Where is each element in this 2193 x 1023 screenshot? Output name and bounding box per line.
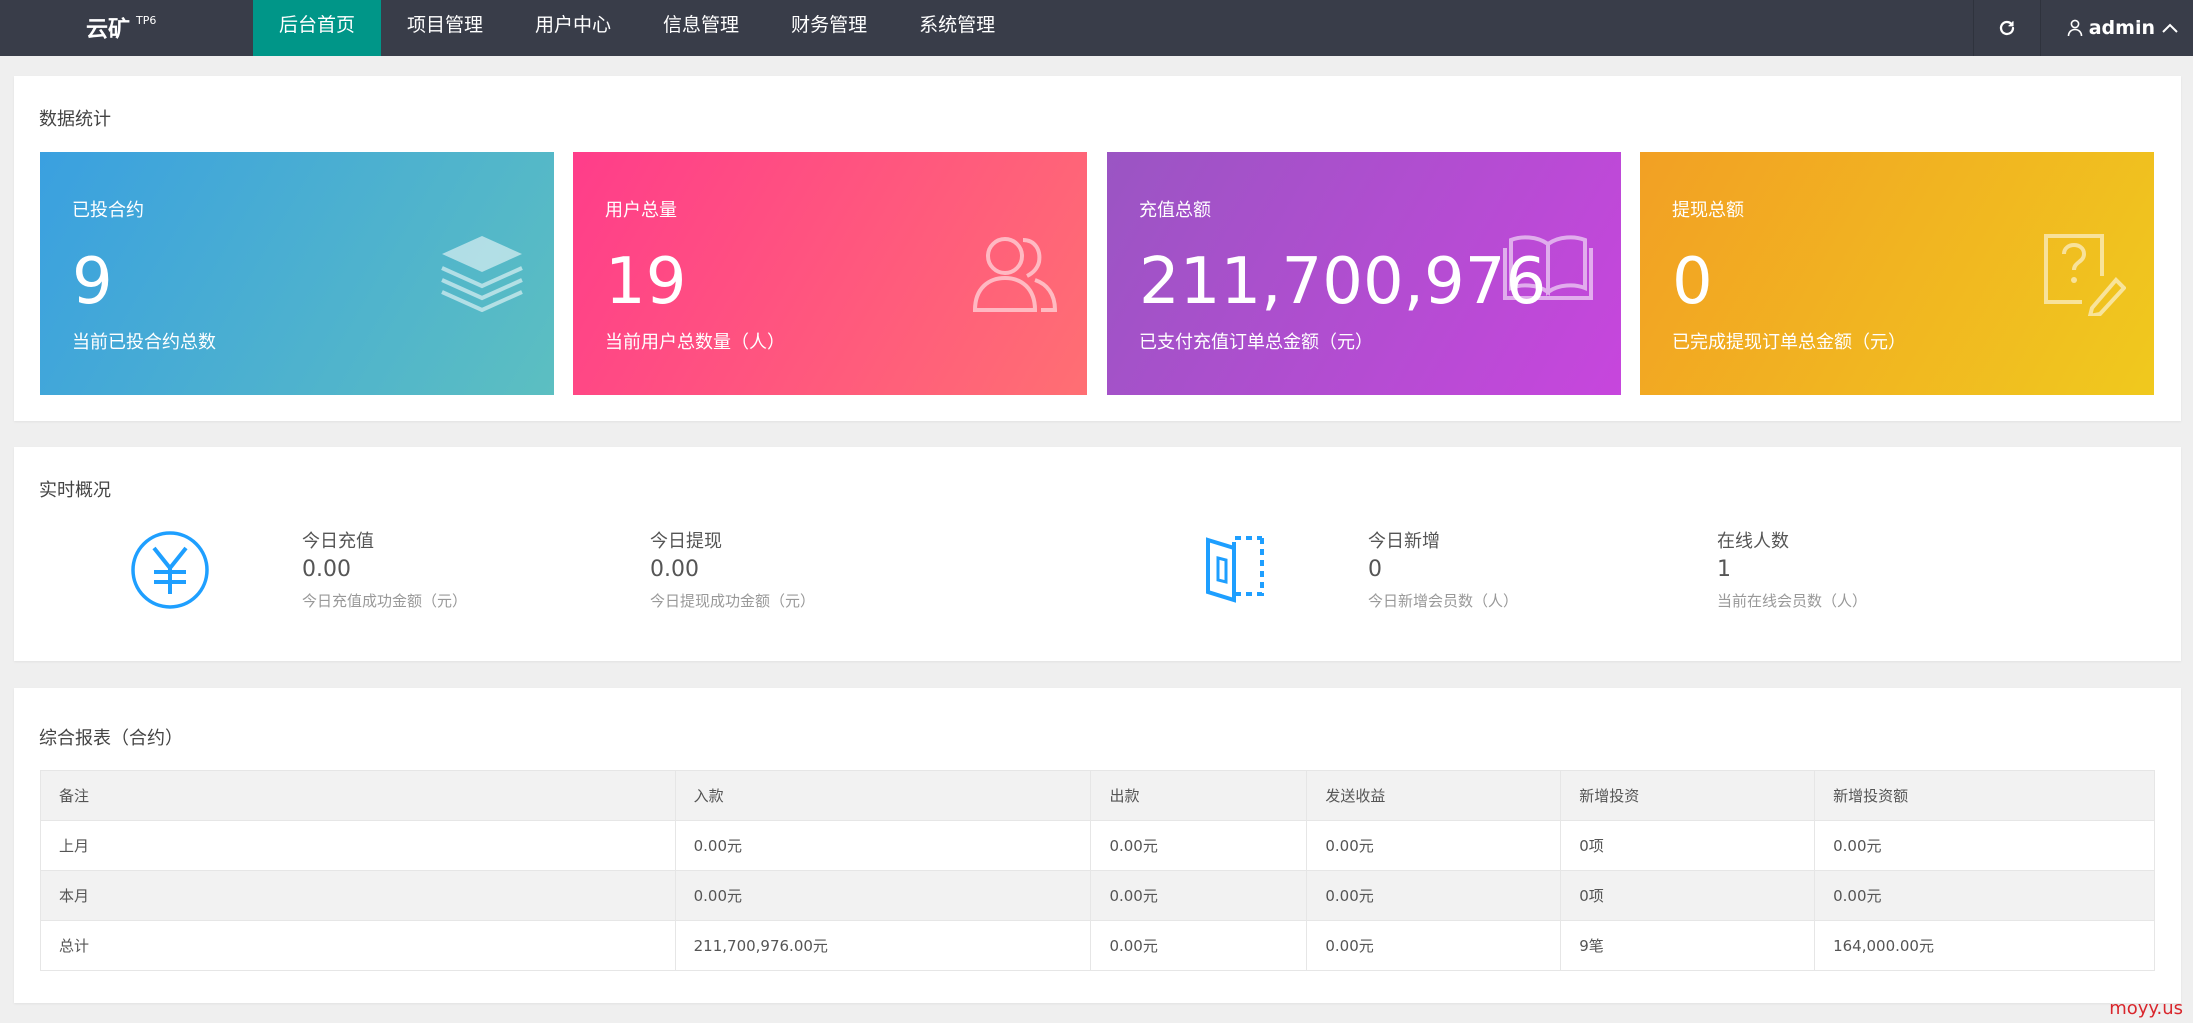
table-cell: 0.00元	[1090, 820, 1308, 871]
rt-label: 今日提现	[650, 531, 722, 552]
table-cell: 0.00元	[674, 820, 1092, 871]
table-header-row: 备注 入款 出款 发送收益 新增投资 新增投资额	[40, 770, 2155, 821]
table-cell: 164,000.00元	[1814, 920, 2155, 971]
rt-desc: 今日充值成功金额（元）	[302, 592, 468, 610]
stat-tile-withdraw[interactable]: 提现总额 0 已完成提现订单总金额（元）	[1640, 152, 2154, 395]
stat-tile-contracts[interactable]: 已投合约 9 当前已投合约总数	[40, 152, 554, 395]
column-header: 发送收益	[1306, 770, 1562, 821]
logo-badge: TP6	[136, 14, 157, 27]
stat-tile-recharge[interactable]: 充值总额 211,700,976 已支付充值订单总金额（元）	[1107, 152, 1621, 395]
nav-item-home[interactable]: 后台首页	[253, 0, 382, 56]
refresh-button[interactable]	[1972, 0, 2041, 56]
column-header: 新增投资	[1560, 770, 1816, 821]
top-navbar: 云矿 TP6 后台首页 项目管理 用户中心 信息管理 财务管理 系统管理 admi…	[0, 0, 2193, 56]
tile-desc: 已完成提现订单总金额（元）	[1672, 332, 1906, 353]
table-cell: 0.00元	[1306, 820, 1562, 871]
rt-value: 0.00	[302, 557, 351, 582]
tile-label: 提现总额	[1672, 200, 1744, 221]
stat-tile-users[interactable]: 用户总量 19 当前用户总数量（人）	[573, 152, 1087, 395]
yuan-icon	[131, 531, 209, 609]
table-cell: 0.00元	[1814, 820, 2155, 871]
rt-desc: 今日提现成功金额（元）	[650, 592, 816, 610]
nav-item-system[interactable]: 系统管理	[893, 0, 1021, 56]
rt-desc: 今日新增会员数（人）	[1368, 592, 1519, 610]
watermark: moyy.us	[2109, 998, 2183, 1019]
user-name: admin	[2088, 17, 2155, 39]
rt-value: 0.00	[650, 557, 699, 582]
layers-icon	[441, 236, 523, 312]
table-cell: 0.00元	[1090, 870, 1308, 921]
tile-value: 0	[1672, 245, 1713, 319]
table-cell: 总计	[40, 920, 676, 971]
nav-right: admin	[1972, 0, 2193, 56]
column-header: 备注	[40, 770, 676, 821]
table-cell: 0项	[1560, 820, 1816, 871]
door-icon	[1206, 536, 1264, 603]
table-cell: 本月	[40, 870, 676, 921]
nav-item-projects[interactable]: 项目管理	[381, 0, 509, 56]
table-cell: 0.00元	[674, 870, 1092, 921]
tile-value: 211,700,976	[1139, 245, 1547, 319]
table-cell: 上月	[40, 820, 676, 871]
app-logo[interactable]: 云矿 TP6	[86, 0, 156, 56]
tile-value: 19	[605, 245, 687, 319]
rt-label: 在线人数	[1717, 531, 1789, 552]
report-table: 备注 入款 出款 发送收益 新增投资 新增投资额 上月 0.00元 0.00元 …	[40, 770, 2155, 971]
tile-label: 用户总量	[605, 200, 677, 221]
tile-desc: 当前已投合约总数	[72, 332, 216, 353]
table-cell: 0.00元	[1090, 920, 1308, 971]
realtime-card-title: 实时概况	[39, 480, 111, 501]
report-card-title: 综合报表（合约）	[39, 728, 183, 749]
table-row: 本月 0.00元 0.00元 0.00元 0项 0.00元	[40, 870, 2155, 921]
tile-desc: 当前用户总数量（人）	[605, 332, 785, 353]
user-icon	[2067, 19, 2083, 37]
tile-label: 已投合约	[72, 200, 144, 221]
refresh-icon	[1999, 20, 2014, 36]
realtime-recharge: 今日充值 0.00 今日充值成功金额（元）	[302, 527, 467, 611]
column-header: 入款	[674, 770, 1092, 821]
rt-label: 今日充值	[302, 531, 374, 552]
edit-doc-icon	[2044, 234, 2126, 316]
nav-item-users[interactable]: 用户中心	[509, 0, 637, 56]
rt-label: 今日新增	[1368, 531, 1440, 552]
stats-card-title: 数据统计	[39, 109, 111, 130]
book-icon	[1503, 235, 1593, 300]
column-header: 出款	[1090, 770, 1308, 821]
tile-label: 充值总额	[1139, 200, 1211, 221]
nav-item-finance[interactable]: 财务管理	[765, 0, 893, 56]
user-menu[interactable]: admin	[2041, 0, 2193, 56]
table-cell: 0项	[1560, 870, 1816, 921]
table-cell: 211,700,976.00元	[674, 920, 1092, 971]
rt-desc: 当前在线会员数（人）	[1717, 592, 1868, 610]
main-nav: 后台首页 项目管理 用户中心 信息管理 财务管理 系统管理	[253, 0, 1021, 56]
tile-value: 9	[72, 245, 113, 319]
chevron-up-icon	[2162, 23, 2178, 33]
table-cell: 0.00元	[1306, 870, 1562, 921]
table-cell: 9笔	[1560, 920, 1816, 971]
users-icon	[972, 237, 1058, 312]
realtime-withdraw: 今日提现 0.00 今日提现成功金额（元）	[650, 527, 815, 611]
column-header: 新增投资额	[1814, 770, 2155, 821]
rt-value: 0	[1368, 557, 1382, 582]
tile-desc: 已支付充值订单总金额（元）	[1139, 332, 1373, 353]
table-row: 总计 211,700,976.00元 0.00元 0.00元 9笔 164,00…	[40, 920, 2155, 971]
realtime-new-members: 今日新增 0 今日新增会员数（人）	[1368, 527, 1518, 611]
table-row: 上月 0.00元 0.00元 0.00元 0项 0.00元	[40, 820, 2155, 871]
realtime-online: 在线人数 1 当前在线会员数（人）	[1717, 527, 1867, 611]
rt-value: 1	[1717, 557, 1731, 582]
nav-item-info[interactable]: 信息管理	[637, 0, 765, 56]
table-cell: 0.00元	[1306, 920, 1562, 971]
table-cell: 0.00元	[1814, 870, 2155, 921]
